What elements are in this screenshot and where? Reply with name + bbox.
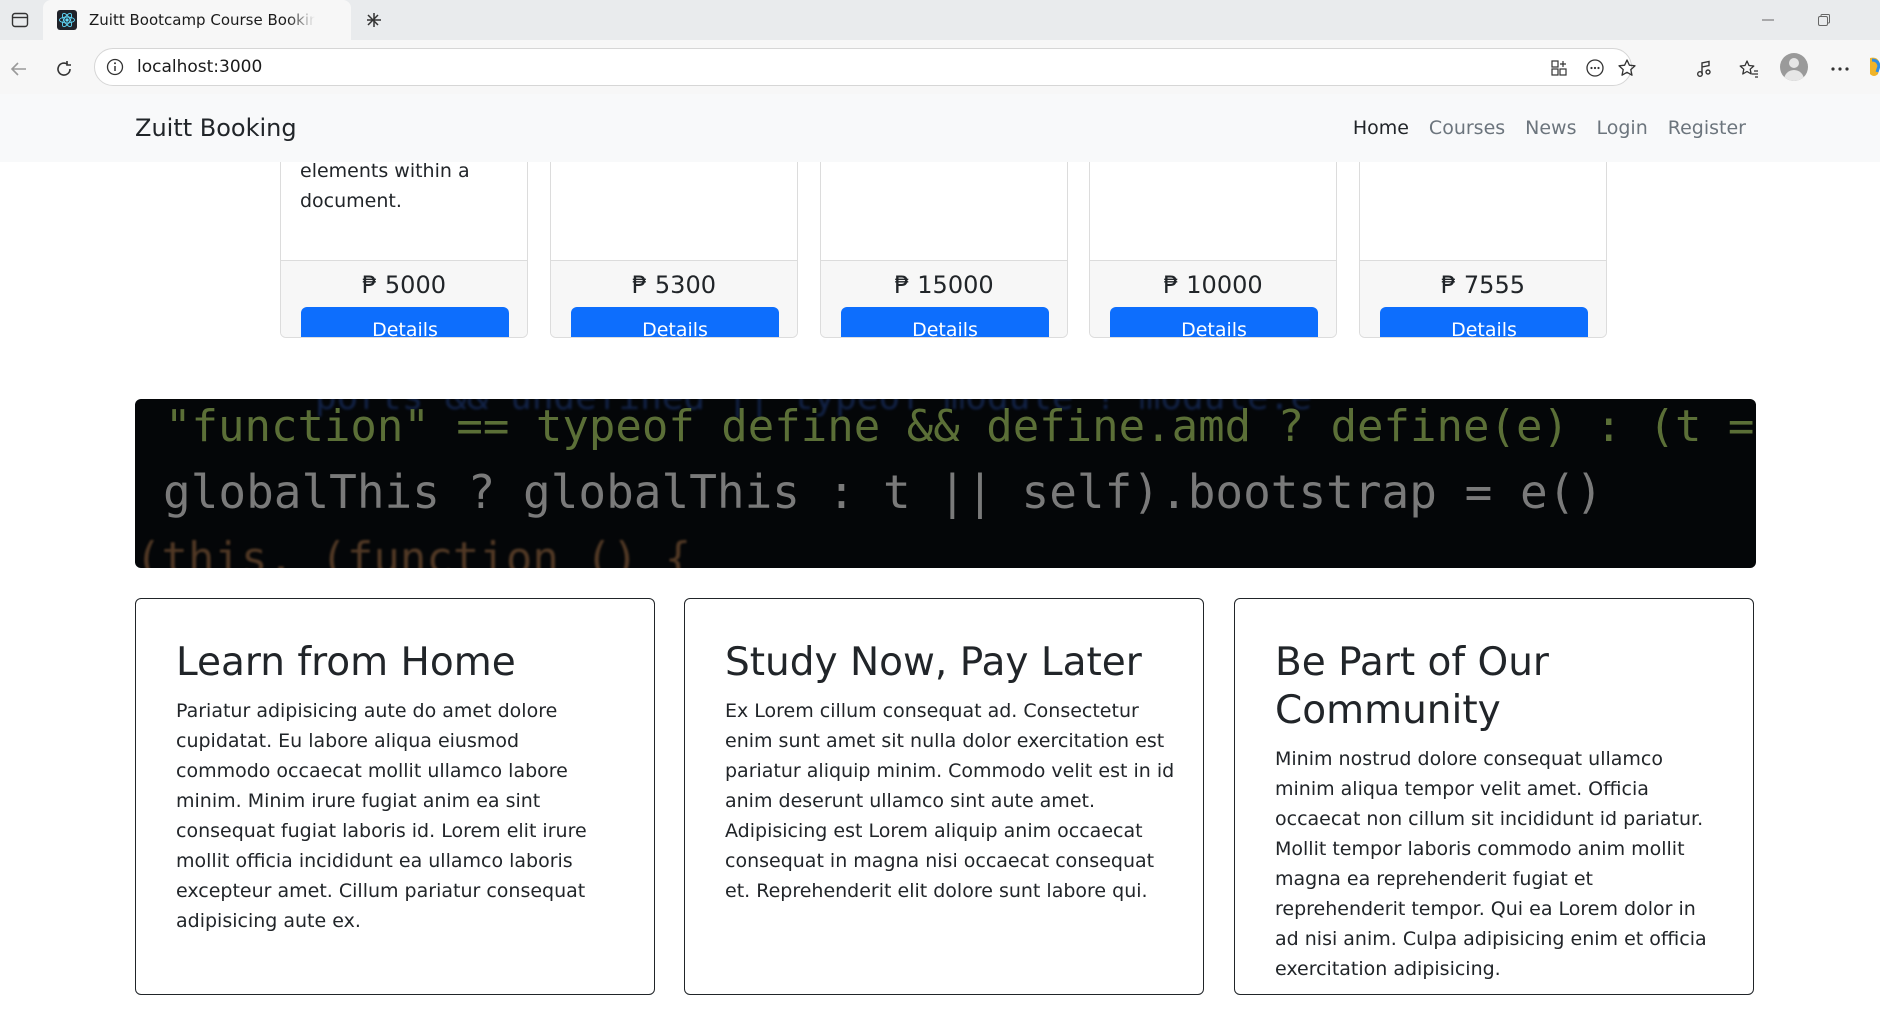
course-card-footer: ₱ 5000 Details <box>281 260 527 337</box>
page-viewport: tags to define elements within a documen… <box>0 94 1880 1017</box>
nav-link-home[interactable]: Home <box>1353 117 1409 139</box>
feature-title: Be Part of Our Community <box>1275 640 1549 733</box>
tab-actions-icon[interactable] <box>6 6 34 34</box>
feature-text: Pariatur adipisicing aute do amet dolore… <box>176 700 587 932</box>
refresh-icon[interactable] <box>48 53 80 85</box>
feature-card: Study Now, Pay Later Ex Lorem cillum con… <box>684 598 1204 995</box>
details-button[interactable]: Details <box>571 307 779 337</box>
nav-link-courses[interactable]: Courses <box>1429 117 1505 139</box>
code-banner-image: ports && undefined || typeof module ? mo… <box>135 399 1756 568</box>
course-price: ₱ 15000 <box>894 271 994 299</box>
minimize-icon[interactable] <box>1740 0 1796 40</box>
course-price: ₱ 5300 <box>632 271 716 299</box>
nav-link-news[interactable]: News <box>1525 117 1576 139</box>
more-menu-icon[interactable] <box>1824 53 1856 85</box>
site-info-icon[interactable] <box>105 57 125 77</box>
apps-icon[interactable] <box>1545 54 1573 82</box>
course-price: ₱ 5000 <box>362 271 446 299</box>
course-card-footer: ₱ 15000 Details <box>821 260 1067 337</box>
back-icon[interactable] <box>3 53 35 85</box>
url-text: localhost:3000 <box>137 57 263 77</box>
browser-tab-active[interactable]: Zuitt Bootcamp Course Booking S <box>43 0 379 40</box>
course-card-footer: ₱ 7555 Details <box>1360 260 1606 337</box>
course-price: ₱ 7555 <box>1441 271 1525 299</box>
feature-text: Ex Lorem cillum consequat ad. Consectetu… <box>725 700 1175 902</box>
tab-title: Zuitt Bootcamp Course Booking S <box>89 11 315 29</box>
restore-icon[interactable] <box>1796 0 1852 40</box>
details-button[interactable]: Details <box>841 307 1049 337</box>
course-card-footer: ₱ 5300 Details <box>551 260 797 337</box>
favorites-icon[interactable] <box>1733 53 1765 85</box>
nav-link-login[interactable]: Login <box>1597 117 1648 139</box>
feature-card: Be Part of Our Community Minim nostrud d… <box>1234 598 1754 995</box>
nav-link-register[interactable]: Register <box>1668 117 1746 139</box>
details-button[interactable]: Details <box>1380 307 1588 337</box>
react-icon <box>57 10 77 30</box>
course-price: ₱ 10000 <box>1163 271 1263 299</box>
address-bar[interactable]: localhost:3000 <box>94 48 1636 86</box>
course-card-footer: ₱ 10000 Details <box>1090 260 1336 337</box>
media-icon[interactable] <box>1688 53 1720 85</box>
feature-title: Study Now, Pay Later <box>725 640 1142 685</box>
feature-text: Minim nostrud dolore consequat ullamco m… <box>1275 748 1707 980</box>
navbar-brand[interactable]: Zuitt Booking <box>135 114 297 142</box>
details-button[interactable]: Details <box>301 307 509 337</box>
details-button[interactable]: Details <box>1110 307 1318 337</box>
copilot-icon[interactable] <box>1868 54 1880 80</box>
browser-toolbar: localhost:3000 <box>0 40 1880 94</box>
new-tab-icon[interactable] <box>360 6 388 34</box>
more-tools-icon[interactable] <box>1581 54 1609 82</box>
code-line: "function" == typeof define && define.am… <box>165 401 1756 452</box>
feature-card: Learn from Home Pariatur adipisicing aut… <box>135 598 655 995</box>
feature-title: Learn from Home <box>176 640 516 685</box>
favorite-star-icon[interactable] <box>1613 54 1641 82</box>
code-line: globalThis ? globalThis : t || self).boo… <box>163 465 1604 519</box>
nav-links: Home Courses News Login Register <box>1353 117 1746 139</box>
navbar: Zuitt Booking Home Courses News Login Re… <box>0 94 1880 162</box>
profile-avatar[interactable] <box>1780 53 1808 81</box>
browser-tabstrip: Zuitt Bootcamp Course Booking S <box>0 0 1880 40</box>
code-line: (this, (function () { <box>135 533 692 568</box>
